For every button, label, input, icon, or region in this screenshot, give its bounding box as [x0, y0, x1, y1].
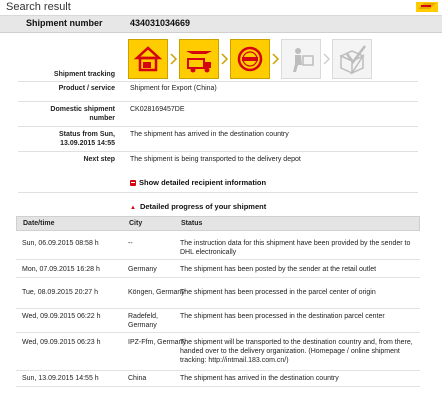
status-row: Status from Sun, 13.09.2015 14:55 The sh…	[0, 129, 442, 151]
domestic-shipment-row: Domestic shipment number CK028169457DE	[0, 104, 442, 126]
row-city: Radefeld, Germany	[128, 313, 158, 329]
table-row: Sun, 13.09.2015 14:55 h China The shipme…	[16, 371, 420, 387]
row-date: Wed, 09.09.2015 06:23 h	[22, 339, 101, 346]
table-row: Wed, 09.09.2015 06:23 h IPZ-Ffm, Germany…	[16, 335, 420, 371]
progress-table-header: Date/time City Status	[16, 216, 420, 231]
table-row: Sun, 06.09.2015 08:58 h -- The instructi…	[16, 236, 420, 260]
next-step-label: Next step	[83, 156, 115, 163]
domestic-shipment-label: Domestic shipment number	[50, 106, 115, 122]
shipment-tracking-row: Shipment tracking	[0, 68, 442, 80]
show-recipient-info-toggle[interactable]: Show detailed recipient information	[130, 178, 266, 187]
next-step-value: The shipment is being transported to the…	[130, 156, 301, 163]
detailed-progress-label: Detailed progress of your shipment	[139, 202, 267, 211]
divider	[18, 81, 418, 82]
column-header-date: Date/time	[23, 220, 55, 227]
divider	[18, 192, 418, 193]
row-date: Sun, 13.09.2015 14:55 h	[22, 375, 99, 382]
row-status: The shipment has been posted by the send…	[180, 266, 377, 273]
page-title: Search result	[6, 1, 71, 13]
expand-icon	[130, 179, 136, 186]
status-label: Status from Sun, 13.09.2015 14:55	[58, 131, 115, 147]
chevron-right-icon	[221, 53, 229, 65]
row-city: IPZ-Ffm, Germany	[128, 339, 186, 346]
chevron-right-icon	[272, 53, 280, 65]
row-status: The shipment will be transported to the …	[180, 339, 413, 364]
show-recipient-info-label: Show detailed recipient information	[139, 178, 267, 187]
row-date: Sun, 06.09.2015 08:58 h	[22, 240, 99, 247]
shipment-number-row: Shipment number 434031034669	[0, 16, 442, 33]
row-city: --	[128, 240, 133, 247]
caret-up-icon: ▲	[130, 205, 136, 211]
chevron-right-icon	[170, 53, 178, 65]
row-date: Tue, 08.09.2015 20:27 h	[22, 289, 99, 296]
status-value: The shipment has arrived in the destinat…	[130, 131, 289, 138]
product-value: Shipment for Export (China)	[130, 85, 217, 92]
divider	[18, 151, 418, 152]
dhl-logo-icon	[416, 2, 438, 12]
product-row: Product / service Shipment for Export (C…	[0, 83, 442, 97]
next-step-row: Next step The shipment is being transpor…	[0, 154, 442, 166]
row-status: The shipment has been processed in the p…	[180, 289, 376, 296]
row-date: Wed, 09.09.2015 06:22 h	[22, 313, 101, 320]
row-status: The instruction data for this shipment h…	[180, 240, 411, 256]
shipment-tracking-label: Shipment tracking	[53, 71, 115, 78]
table-row: Mon, 07.09.2015 16:28 h Germany The ship…	[16, 262, 420, 278]
row-city: Köngen, Germany	[128, 289, 185, 296]
divider	[18, 126, 418, 127]
table-row: Wed, 09.09.2015 06:22 h Radefeld, German…	[16, 309, 420, 333]
chevron-right-icon	[323, 53, 331, 65]
domestic-shipment-value: CK028169457DE	[130, 106, 185, 113]
column-header-city: City	[129, 220, 143, 227]
table-row: Tue, 08.09.2015 20:27 h Köngen, Germany …	[16, 285, 420, 309]
divider	[18, 101, 418, 102]
product-label: Product / service	[58, 85, 115, 92]
shipment-number-label: Shipment number	[26, 18, 103, 28]
row-status: The shipment has arrived in the destinat…	[180, 375, 339, 382]
detailed-progress-toggle[interactable]: ▲ Detailed progress of your shipment	[130, 202, 266, 211]
row-city: China	[128, 375, 147, 382]
title-bar: Search result	[0, 0, 442, 16]
row-date: Mon, 07.09.2015 16:28 h	[22, 266, 100, 273]
row-city: Germany	[128, 266, 157, 273]
column-header-status: Status	[181, 220, 203, 227]
row-status: The shipment has been processed in the d…	[180, 313, 385, 320]
shipment-number-value: 434031034669	[130, 18, 191, 28]
